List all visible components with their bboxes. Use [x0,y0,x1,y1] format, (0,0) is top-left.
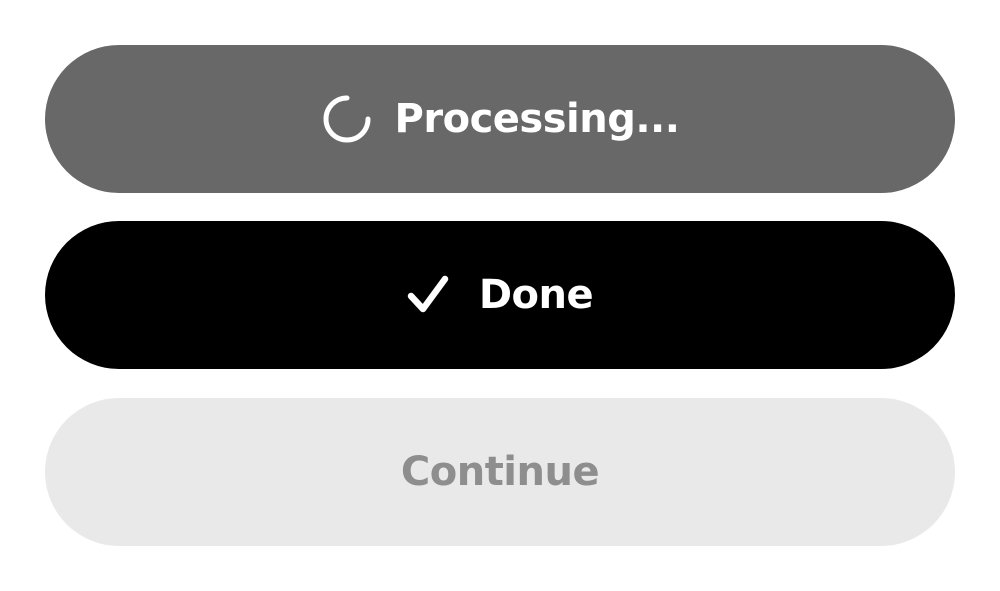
processing-label: Processing... [394,96,680,142]
spinner-icon [321,93,373,145]
button-stack: Processing... Done Continue [0,0,1000,591]
done-button[interactable]: Done [45,221,955,369]
check-icon [407,275,449,315]
continue-label: Continue [400,449,600,495]
done-label: Done [478,272,594,318]
continue-button[interactable]: Continue [45,398,955,546]
processing-button[interactable]: Processing... [45,45,955,193]
